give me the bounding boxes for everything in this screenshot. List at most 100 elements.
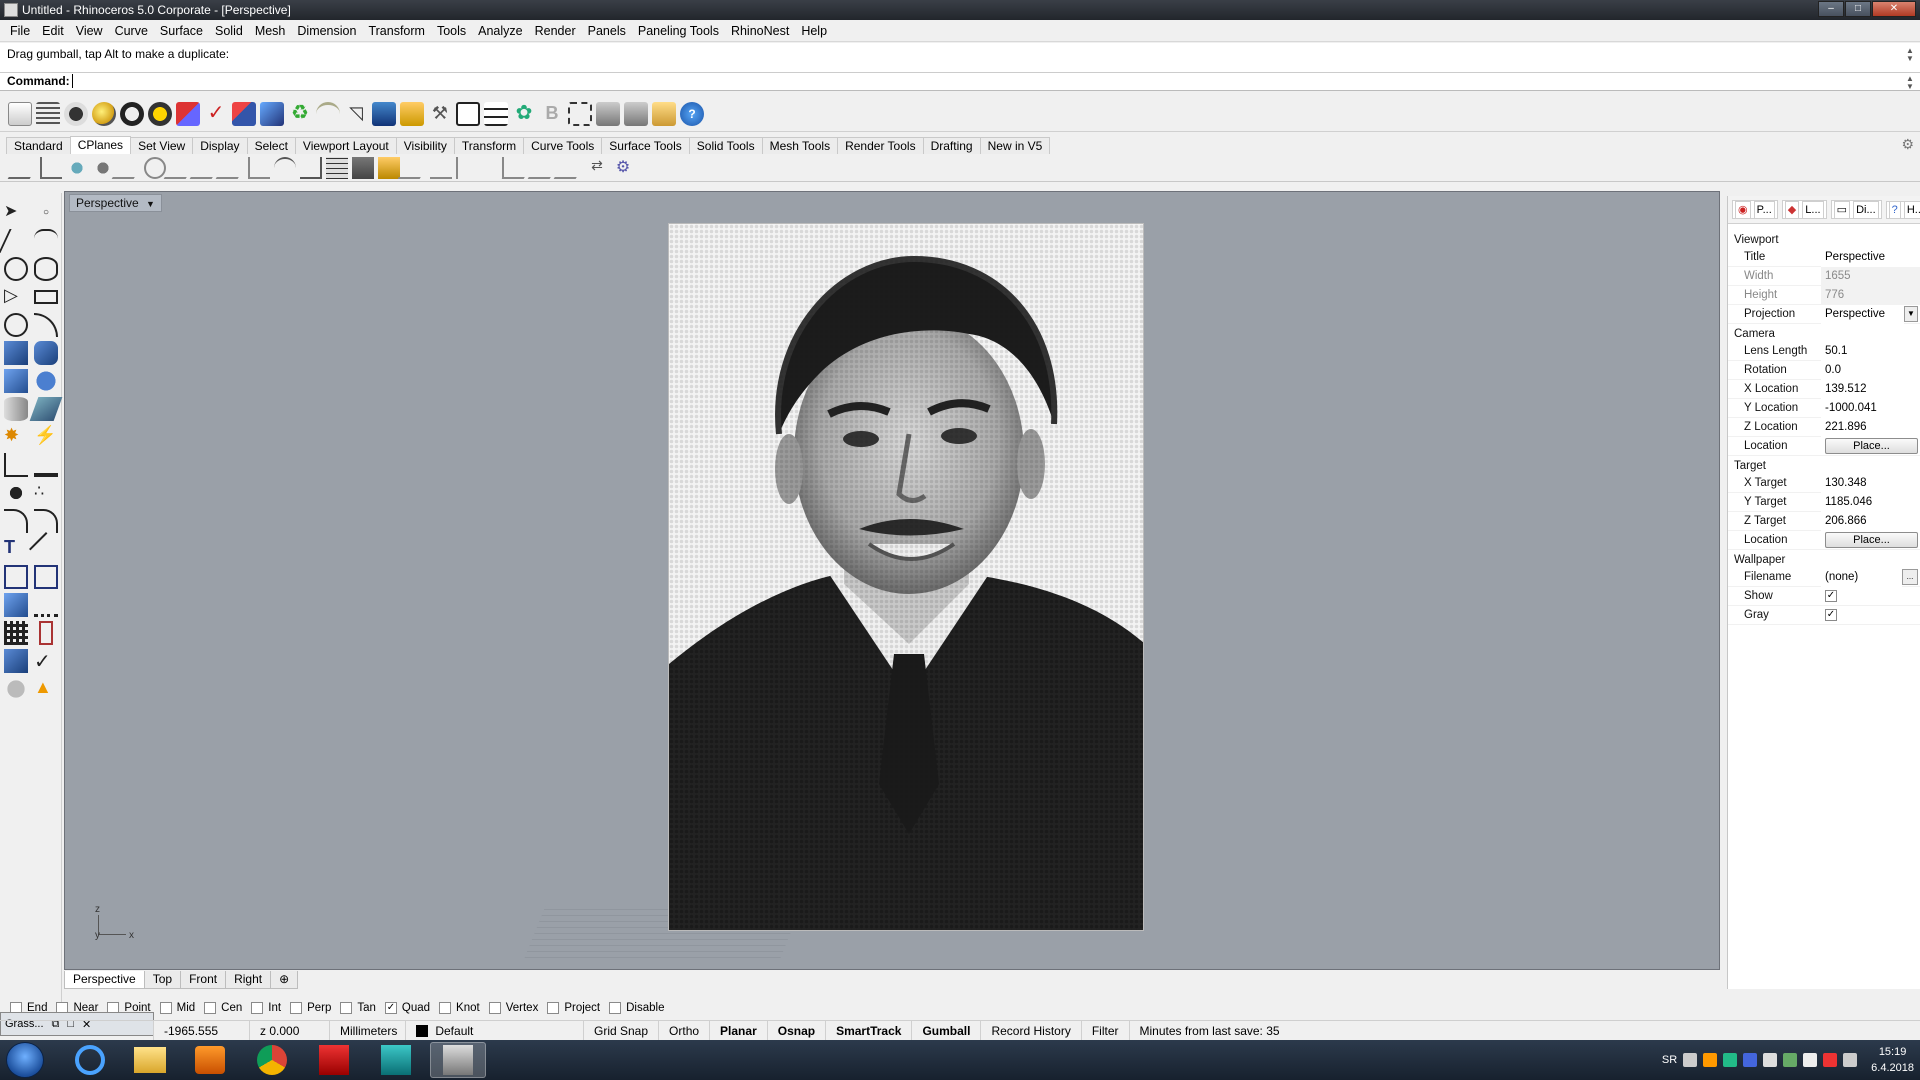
perspective-viewport[interactable]: Perspective ▼ z y x [64,191,1720,970]
explode-icon[interactable]: ✸ [4,425,28,449]
viewport-title[interactable]: Perspective ▼ [69,194,162,212]
projection-dropdown-icon[interactable]: ▼ [1904,306,1918,322]
rotation-field[interactable]: 0.0 [1821,360,1920,380]
green-arrows-icon[interactable]: ♻ [288,102,312,126]
filter-toggle[interactable]: Filter [1082,1020,1130,1041]
cplane-undo-icon[interactable] [397,156,433,179]
group-icon[interactable]: ∴ [34,481,58,505]
tab-transform[interactable]: Transform [453,137,525,154]
osnap-vertex[interactable]: Vertex [488,1002,538,1014]
tab-select[interactable]: Select [246,137,296,154]
units-display[interactable]: Millimeters [330,1020,406,1041]
export-hpgl-icon[interactable] [624,101,648,126]
move-icon[interactable] [4,565,28,589]
menu-mesh[interactable]: Mesh [249,24,292,38]
ruler-icon[interactable] [34,593,58,617]
volume-tray-icon[interactable] [1843,1053,1858,1067]
ortho-toggle[interactable]: Ortho [659,1020,711,1041]
target-place-button[interactable]: Place... [1825,532,1918,548]
tab-curve-tools[interactable]: Curve Tools [523,137,603,154]
media-player-icon[interactable] [182,1042,238,1078]
menu-view[interactable]: View [70,24,109,38]
select-arrow-icon[interactable]: ➤ [4,201,28,225]
light-icon[interactable]: ▲ [34,677,58,701]
chrome-icon[interactable] [244,1042,300,1078]
osnap-project[interactable]: Project [547,1002,600,1014]
join-icon[interactable] [4,481,28,505]
solid-box-icon[interactable] [4,593,28,617]
menu-render[interactable]: Render [529,24,582,38]
green-gear-icon[interactable]: ✿ [512,102,536,126]
arc-icon[interactable] [34,313,58,337]
flag-tray-icon[interactable] [1823,1053,1838,1067]
osnap-mid-checkbox[interactable] [159,1002,172,1014]
cplane-origin-icon[interactable] [7,156,43,179]
osnap-cen[interactable]: Cen [204,1002,242,1014]
osnap-cen-checkbox[interactable] [204,1002,217,1014]
tab-drafting[interactable]: Drafting [922,137,981,154]
display-tray-icon[interactable] [1743,1053,1758,1067]
menu-help[interactable]: Help [795,24,833,38]
open-cplane-icon[interactable] [378,156,400,179]
render-teapot-icon[interactable] [4,677,28,701]
menu-dimension[interactable]: Dimension [291,24,362,38]
title-field[interactable]: Perspective [1821,247,1920,267]
z-target-field[interactable]: 206.866 [1821,511,1920,531]
clock[interactable]: 15:19 6.4.2018 [1871,1044,1914,1076]
osnap-knot[interactable]: Knot [439,1002,480,1014]
check-red-icon[interactable]: ✓ [204,102,228,126]
osnap-toggle[interactable]: Osnap [768,1020,827,1041]
viewport-menu-arrow-icon[interactable]: ▼ [146,199,155,209]
close-button[interactable]: ✕ [1872,1,1916,17]
text-icon[interactable]: T [4,537,28,561]
tab-display[interactable]: Display [192,137,248,154]
menu-edit[interactable]: Edit [36,24,70,38]
circle-icon[interactable] [4,257,28,281]
tab-surface-tools[interactable]: Surface Tools [601,137,690,154]
cplane-world-front-icon[interactable] [456,156,478,179]
panel-tab-display[interactable]: ▭ Di... [1830,200,1882,219]
osnap-disable-checkbox[interactable] [609,1002,622,1014]
panel-tab-layers[interactable]: ◆ L... [1781,200,1827,219]
gumball-toggle[interactable]: Gumball [912,1020,982,1041]
ellipse-icon[interactable] [34,257,58,281]
portrait-image-object[interactable] [668,223,1144,931]
menu-panels[interactable]: Panels [582,24,632,38]
osnap-quad-checkbox[interactable]: ✓ [384,1002,397,1014]
record-history-toggle[interactable]: Record History [981,1020,1082,1041]
network-tray-icon[interactable] [1803,1053,1818,1067]
polygon-icon[interactable]: ▷ [4,285,28,309]
curve-cv-icon[interactable] [34,229,58,253]
array-icon[interactable] [4,621,28,645]
vptab-front[interactable]: Front [180,971,227,989]
light-bulb-icon[interactable] [92,101,116,126]
new-file-icon[interactable] [8,101,32,126]
grid-snap-toggle[interactable]: Grid Snap [584,1020,660,1041]
minimize-button[interactable]: – [1818,1,1844,17]
tab-standard[interactable]: Standard [6,137,71,154]
save-cplane-icon[interactable] [352,156,374,179]
select-filter-icon[interactable] [176,101,200,126]
mesh-plane-icon[interactable] [29,397,63,421]
command-scroll-arrows[interactable]: ▲ ▼ [1906,75,1916,91]
nvidia-tray-icon[interactable] [1783,1053,1798,1067]
maya-icon[interactable] [368,1042,424,1078]
bounding-box-icon[interactable] [456,101,480,126]
split-icon[interactable] [34,453,58,477]
panel-tab-properties[interactable]: ◉ P... [1732,200,1778,219]
cplane-surface-icon[interactable] [92,156,114,179]
cplane-arrows-icon[interactable]: ⇄ [586,157,608,179]
camera-place-button[interactable]: Place... [1825,438,1918,454]
filename-field[interactable]: (none) [1821,567,1902,587]
grid-icon[interactable] [484,101,508,126]
osnap-int[interactable]: Int [251,1002,281,1014]
box-icon[interactable] [4,369,28,393]
show-checkbox[interactable]: ✓ [1825,590,1837,602]
menu-transform[interactable]: Transform [362,24,431,38]
cplane-world-top-icon[interactable] [430,157,452,179]
block-icon[interactable] [39,621,53,645]
fillet-icon[interactable] [4,509,28,533]
vptab-perspective[interactable]: Perspective [64,971,145,989]
security-tray-icon[interactable] [1763,1053,1778,1067]
tab-solid-tools[interactable]: Solid Tools [688,137,763,154]
